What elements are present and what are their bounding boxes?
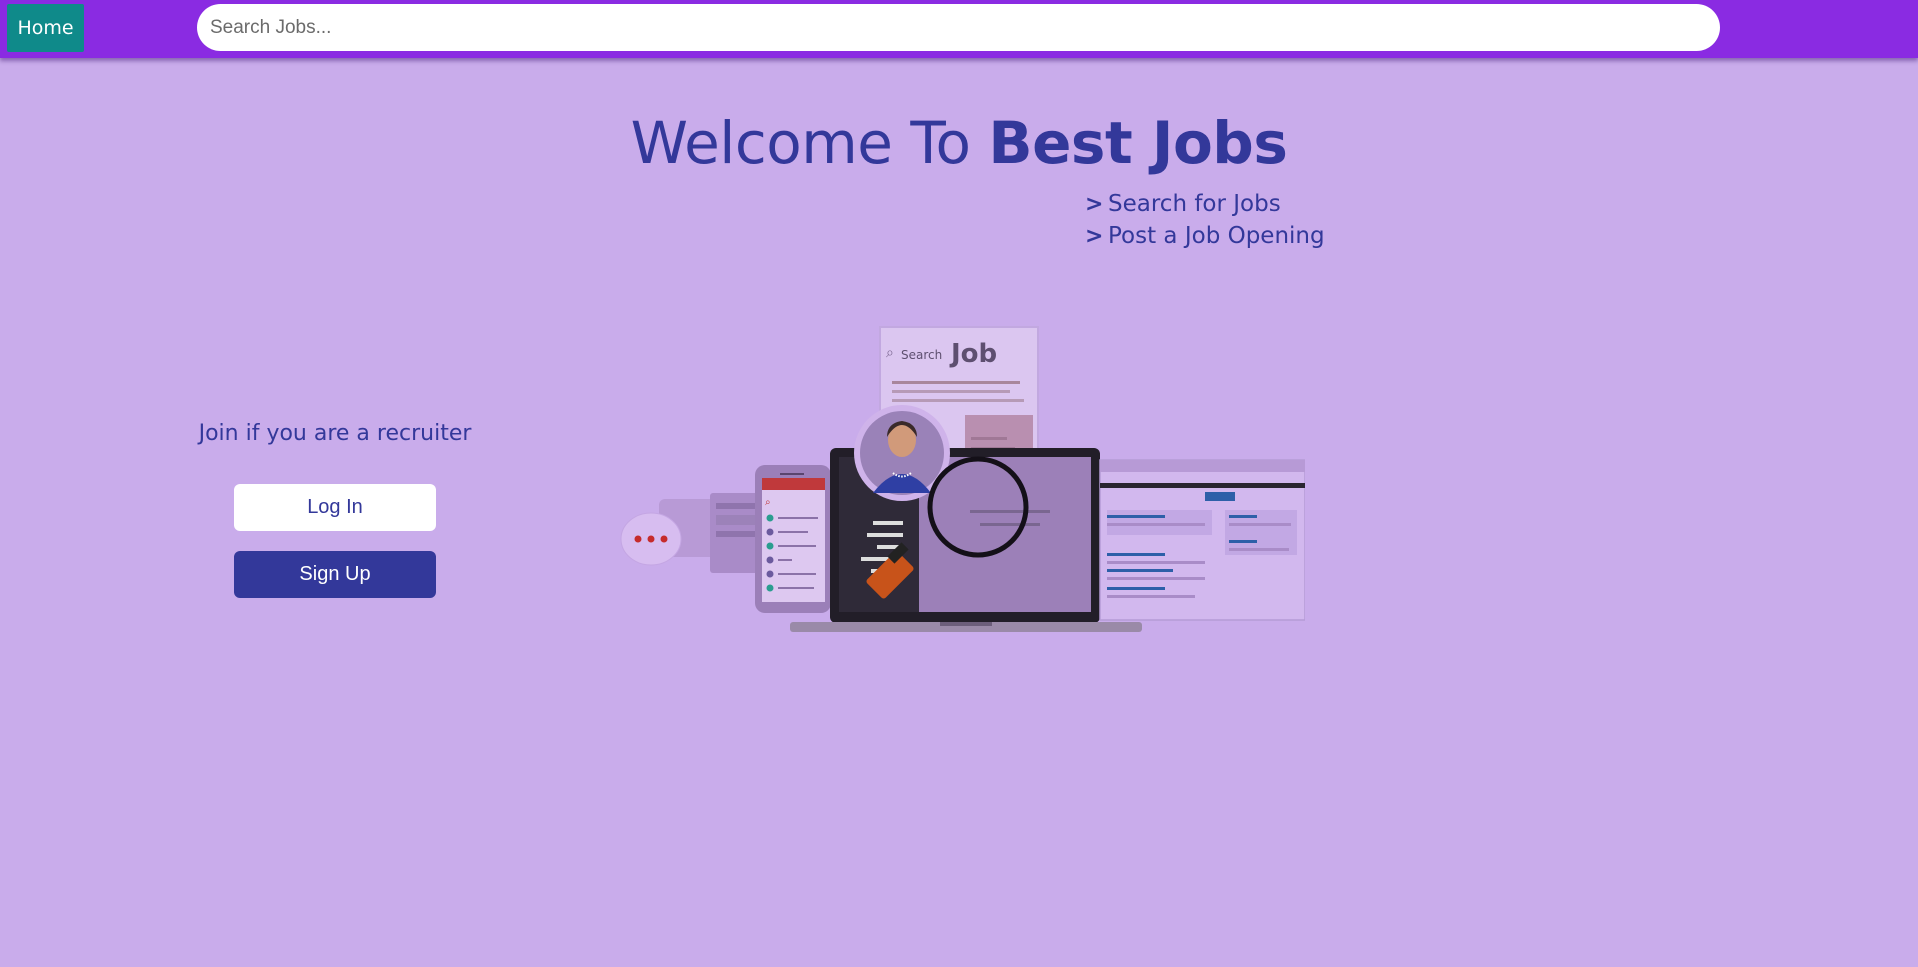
phone-icon: ⌕ (755, 465, 831, 613)
chevron-right-icon: > (1085, 191, 1104, 217)
post-job-label[interactable]: Post a Job Opening (1108, 223, 1325, 249)
search-icon: ⌕ (886, 345, 894, 361)
hero-links: > Search for Jobs > Post a Job Opening (1085, 188, 1325, 252)
browser-window-icon (1099, 459, 1305, 621)
chat-bubble-icon (620, 493, 770, 573)
post-job-link[interactable]: > Post a Job Opening (1085, 220, 1325, 252)
laptop-icon (790, 448, 1142, 632)
illustration-job-word: Job (949, 339, 997, 369)
recruiter-prompt: Join if you are a recruiter (198, 421, 472, 446)
top-navbar: Home (0, 0, 1918, 58)
home-button[interactable]: Home (7, 4, 84, 52)
search-jobs-label[interactable]: Search for Jobs (1108, 191, 1281, 217)
search-input[interactable] (197, 4, 1720, 51)
illustration-search-word: Search (901, 348, 942, 362)
signup-button[interactable]: Sign Up (234, 551, 436, 598)
title-brand: Best Jobs (988, 109, 1288, 177)
title-prefix: Welcome To (630, 109, 989, 177)
login-button[interactable]: Log In (234, 484, 436, 531)
page-title: Welcome To Best Jobs (0, 108, 1918, 178)
search-jobs-link[interactable]: > Search for Jobs (1085, 188, 1325, 220)
svg-text:⌕: ⌕ (765, 497, 771, 508)
chevron-right-icon: > (1085, 223, 1104, 249)
job-search-illustration: ⌕ ⌕ Search Job (620, 326, 1305, 632)
